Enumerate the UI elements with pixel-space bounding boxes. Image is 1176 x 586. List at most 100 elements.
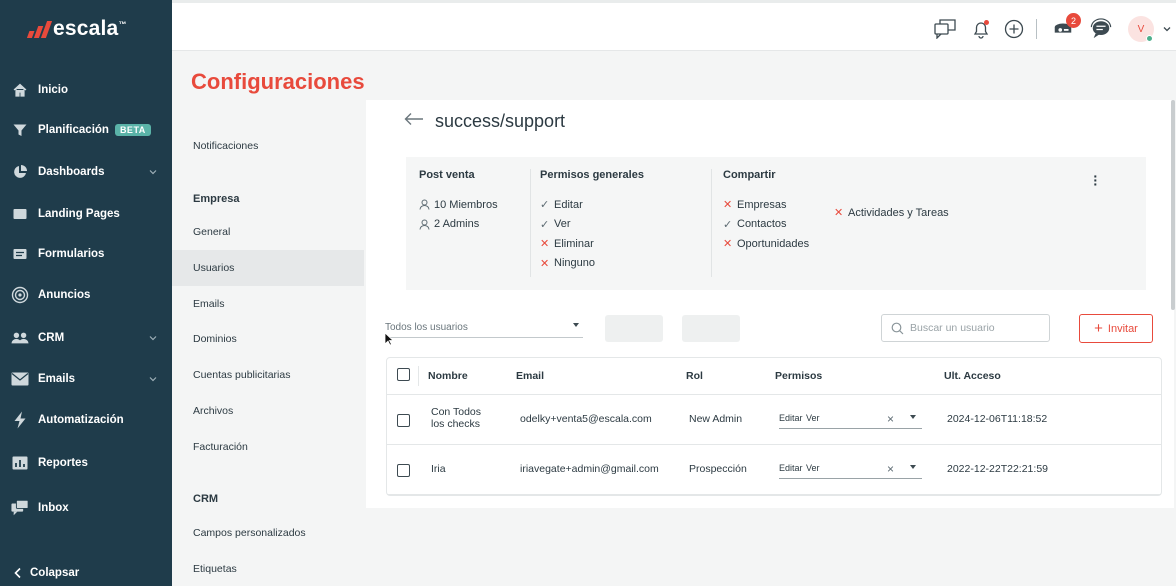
- permissions-heading: Permisos generales: [540, 169, 644, 181]
- topbar-divider: [1036, 19, 1037, 39]
- members-count: 10 Miembros: [419, 195, 498, 215]
- settings-nav-general[interactable]: General: [172, 214, 364, 250]
- user-email: odelky+venta5@escala.com: [520, 413, 652, 425]
- sidebar-item-label: Emails: [38, 373, 76, 385]
- search-box[interactable]: [881, 314, 1050, 342]
- funnel-icon: [11, 121, 29, 139]
- permission-editar: ✓ Editar: [540, 198, 583, 212]
- bell-icon[interactable]: [970, 18, 992, 40]
- sidebar-item-label: Anuncios: [38, 289, 91, 301]
- sidebar-item-inicio[interactable]: Inicio: [0, 76, 172, 104]
- mouse-cursor-icon: [384, 332, 394, 346]
- user-email: iriavegate+admin@gmail.com: [520, 463, 659, 475]
- filter-value: Todos los usuarios: [385, 322, 468, 333]
- back-arrow-icon[interactable]: [404, 112, 424, 126]
- clear-icon[interactable]: ×: [887, 462, 894, 476]
- column-header-ult-acceso[interactable]: Ult. Acceso: [944, 370, 1001, 382]
- folder-icon: [11, 205, 29, 223]
- invite-label: Invitar: [1107, 322, 1138, 335]
- sidebar-item-crm[interactable]: CRM: [0, 324, 172, 352]
- settings-nav-archivos[interactable]: Archivos: [172, 393, 364, 429]
- sidebar-item-emails[interactable]: Emails: [0, 365, 172, 393]
- share-empresas: ✕ Empresas: [723, 198, 787, 212]
- sidebar-item-inbox[interactable]: Inbox: [0, 494, 172, 522]
- caret-down-icon[interactable]: [910, 465, 916, 469]
- permission-eliminar: ✕ Eliminar: [540, 237, 594, 251]
- user-filter-select[interactable]: Todos los usuarios: [385, 318, 583, 338]
- group-title: success/support: [435, 111, 566, 131]
- cross-icon: ✕: [540, 238, 550, 251]
- toolbar-action-button[interactable]: [682, 315, 740, 342]
- summary-divider: [711, 169, 712, 277]
- user-name[interactable]: Con Todos los checks: [431, 406, 491, 430]
- permission-tag: Ver: [806, 413, 820, 423]
- home-icon: [11, 81, 29, 99]
- feedback-icon[interactable]: [934, 18, 956, 40]
- check-icon: ✓: [540, 218, 550, 231]
- row-checkbox[interactable]: [397, 464, 410, 477]
- sidebar-item-anuncios[interactable]: Anuncios: [0, 281, 172, 309]
- permissions-select[interactable]: Editar Ver ×: [779, 461, 922, 479]
- permission-tag: Editar: [779, 413, 803, 423]
- select-all-checkbox[interactable]: [397, 368, 410, 381]
- column-header-rol[interactable]: Rol: [686, 370, 703, 382]
- sidebar-item-automatizacion[interactable]: Automatización: [0, 406, 172, 434]
- search-icon: [891, 322, 904, 335]
- sidebar-item-label: Dashboards: [38, 166, 105, 178]
- lightning-icon: [11, 411, 29, 429]
- row-checkbox[interactable]: [397, 414, 410, 427]
- share-contactos: ✓ Contactos: [723, 218, 787, 231]
- logo-mark-icon: [26, 20, 53, 38]
- sidebar-item-formularios[interactable]: Formularios: [0, 240, 172, 268]
- page-scrollbar[interactable]: [1171, 100, 1175, 310]
- chevron-down-icon[interactable]: [1162, 25, 1172, 33]
- sidebar-item-planificacion[interactable]: Planificación BETA: [0, 116, 172, 144]
- check-icon: ✓: [723, 218, 733, 231]
- permission-tag: Editar: [779, 463, 803, 473]
- mail-icon: [11, 370, 29, 388]
- chevron-left-icon: [14, 567, 21, 579]
- settings-nav-notificaciones[interactable]: Notificaciones: [172, 128, 364, 164]
- group-name: Post venta: [419, 169, 475, 181]
- pie-chart-icon: [11, 163, 29, 181]
- settings-nav-cuentas-publicitarias[interactable]: Cuentas publicitarias: [172, 357, 364, 393]
- settings-nav-dominios[interactable]: Dominios: [172, 321, 364, 357]
- settings-nav-usuarios[interactable]: Usuarios: [172, 250, 364, 286]
- summary-group-column: Post venta 10 Miembros 2 Admins: [419, 169, 498, 234]
- summary-share-column-2: ✕ Actividades y Tareas: [834, 203, 949, 223]
- settings-nav-emails[interactable]: Emails: [172, 286, 364, 322]
- brand-logo[interactable]: escala™: [26, 16, 127, 42]
- sidebar-item-label: Landing Pages: [38, 208, 120, 220]
- cross-icon: ✕: [723, 199, 733, 212]
- support-chat-icon[interactable]: [1090, 18, 1112, 40]
- column-header-email[interactable]: Email: [516, 370, 544, 382]
- invite-button[interactable]: + Invitar: [1079, 314, 1153, 343]
- settings-nav: Notificaciones Empresa General Usuarios …: [172, 110, 366, 586]
- page-title: Configuraciones: [191, 69, 365, 94]
- column-header-nombre[interactable]: Nombre: [428, 370, 468, 382]
- table-header: Nombre Email Rol Permisos Ult. Acceso: [387, 358, 1161, 395]
- online-status-dot: [1146, 35, 1153, 42]
- caret-down-icon[interactable]: [910, 415, 916, 419]
- clear-icon[interactable]: ×: [887, 412, 894, 426]
- settings-nav-facturacion[interactable]: Facturación: [172, 429, 364, 465]
- user-name[interactable]: Iria: [431, 463, 446, 475]
- admins-count: 2 Admins: [419, 215, 498, 235]
- add-circle-icon[interactable]: [1003, 18, 1025, 40]
- sidebar-item-landing-pages[interactable]: Landing Pages: [0, 200, 172, 228]
- toolbar-action-button[interactable]: [605, 315, 663, 342]
- user-role: New Admin: [689, 413, 743, 425]
- settings-nav-campos-personalizados[interactable]: Campos personalizados: [172, 515, 364, 551]
- share-oportunidades: ✕ Oportunidades: [723, 237, 810, 251]
- permissions-select[interactable]: Editar Ver ×: [779, 411, 922, 429]
- permission-tag: Ver: [806, 463, 820, 473]
- column-header-permisos[interactable]: Permisos: [775, 370, 822, 382]
- sidebar-item-reportes[interactable]: Reportes: [0, 449, 172, 477]
- search-input[interactable]: [910, 320, 1040, 336]
- sidebar-item-dashboards[interactable]: Dashboards: [0, 158, 172, 186]
- sidebar-item-label: Inbox: [38, 502, 69, 514]
- collapse-sidebar-button[interactable]: Colapsar: [0, 560, 172, 586]
- logo-text: escala™: [53, 17, 127, 40]
- settings-nav-etiquetas[interactable]: Etiquetas: [172, 551, 364, 586]
- more-options-icon[interactable]: · · ·: [1093, 169, 1098, 191]
